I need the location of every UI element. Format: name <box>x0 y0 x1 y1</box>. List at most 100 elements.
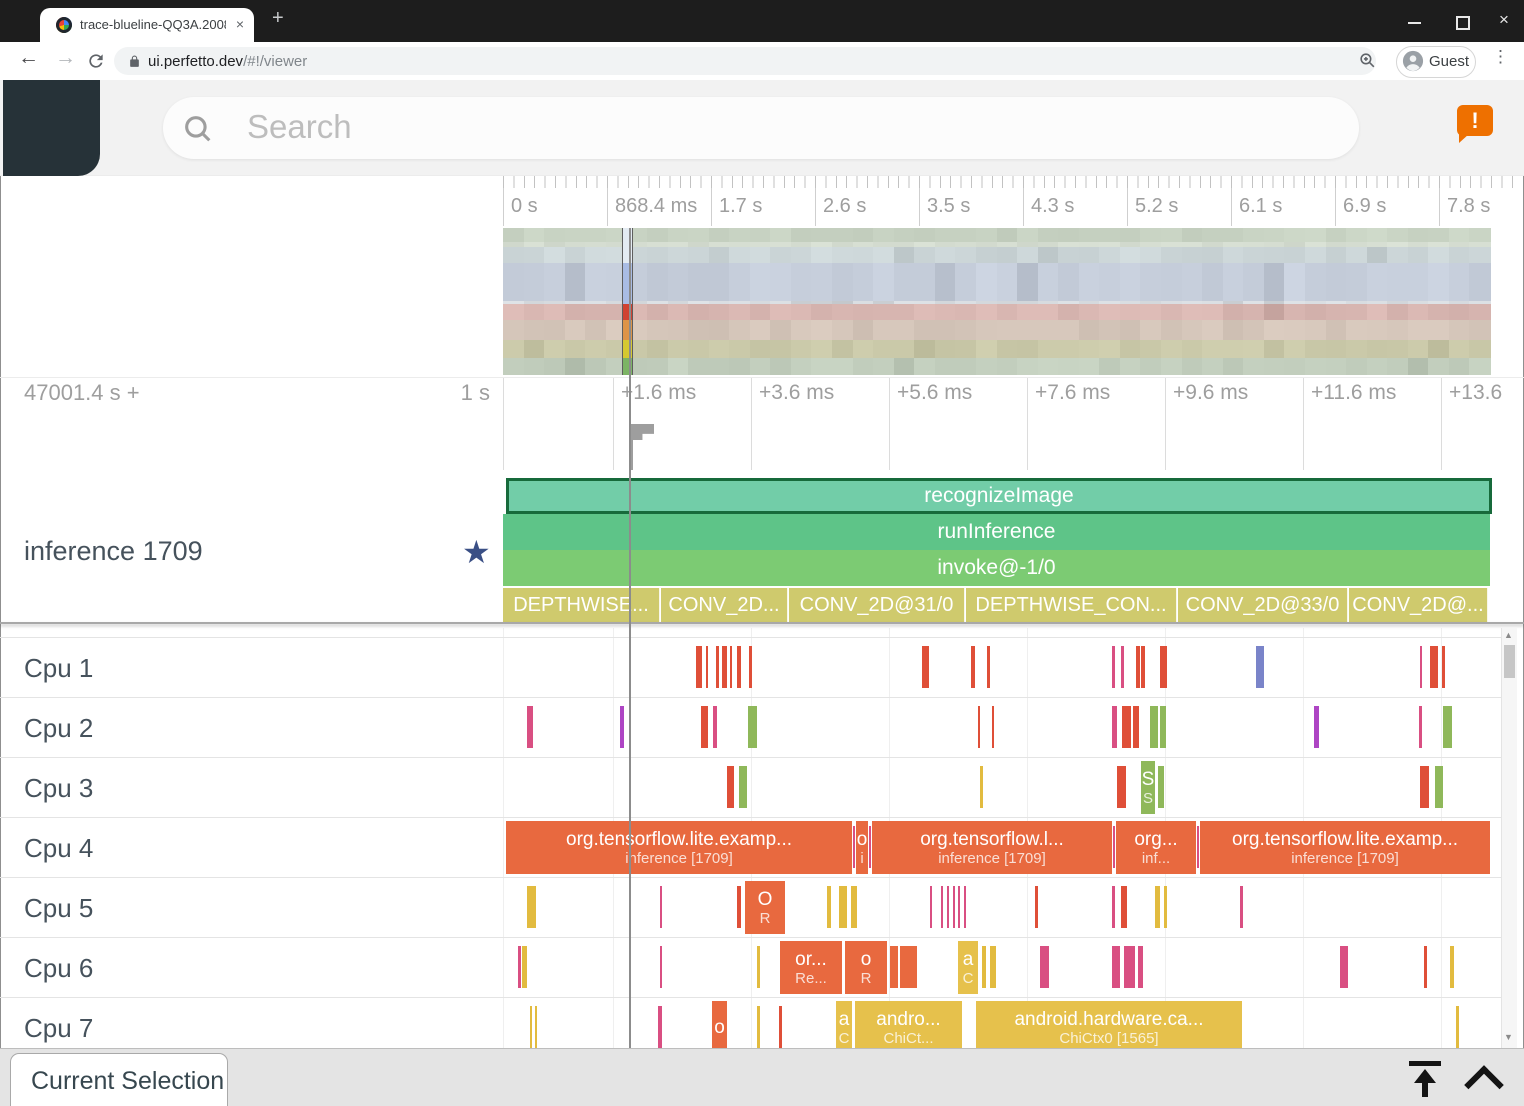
cpu-sched-bar[interactable] <box>658 1006 662 1048</box>
cpu-sched-bar[interactable] <box>1155 886 1160 928</box>
pinned-slice[interactable]: recognizeImage <box>506 478 1492 514</box>
cpu-sched-bar[interactable] <box>706 646 708 688</box>
cpu-sched-bar[interactable] <box>1112 886 1115 928</box>
op-slice[interactable]: CONV_2D@... <box>1349 588 1488 622</box>
cpu-slice[interactable]: oi <box>856 821 868 874</box>
cpu-sched-bar[interactable] <box>727 766 734 808</box>
cpu-slice[interactable]: SS <box>1141 761 1155 814</box>
cpu-sched-bar[interactable] <box>1256 646 1264 688</box>
cpu-sched-bar[interactable] <box>722 646 727 688</box>
cpu-sched-bar[interactable] <box>941 886 943 928</box>
cpu-sched-bar[interactable] <box>1424 946 1427 988</box>
cpu-sched-bar[interactable] <box>1112 646 1115 688</box>
cpu-sched-bar[interactable] <box>779 1006 782 1048</box>
cpu-sched-bar[interactable] <box>518 946 521 988</box>
cpu-sched-bar[interactable] <box>535 1006 537 1048</box>
cpu-sched-bar[interactable] <box>620 706 624 748</box>
cpu-sched-bar[interactable] <box>1240 886 1243 928</box>
cpu-sched-bar[interactable] <box>701 706 708 748</box>
cpu-sched-bar[interactable] <box>730 646 732 688</box>
pinned-slice[interactable]: invoke@-1/0 <box>503 550 1490 586</box>
cpu-sched-bar[interactable] <box>978 706 980 748</box>
scrollbar-down-icon[interactable]: ▼ <box>1504 1032 1513 1042</box>
cpu-sched-bar[interactable] <box>1160 646 1167 688</box>
cpu-sched-bar[interactable] <box>737 886 741 928</box>
cpu-sched-bar[interactable] <box>1419 706 1422 748</box>
cpu-sched-bar[interactable] <box>696 646 702 688</box>
cpu-slice[interactable]: org.tensorflow.lite.examp...inference [1… <box>1200 821 1490 874</box>
op-slice[interactable]: DEPTHWISE... <box>503 588 660 622</box>
cpu-slice[interactable]: aC <box>958 941 978 994</box>
cpu-sched-bar[interactable] <box>660 946 662 988</box>
cpu-sched-bar[interactable] <box>527 706 533 748</box>
cpu-sched-bar[interactable] <box>757 1006 760 1048</box>
cpu-sched-bar[interactable] <box>1113 826 1115 868</box>
op-slice[interactable]: DEPTHWISE_CON... <box>966 588 1177 622</box>
cpu-sched-bar[interactable] <box>739 766 747 808</box>
cpu-sched-bar[interactable] <box>1164 886 1167 928</box>
cpu-sched-bar[interactable] <box>1112 946 1120 988</box>
flag-marker-icon[interactable] <box>631 424 633 470</box>
op-slice[interactable]: CONV_2D@33/0 <box>1178 588 1348 622</box>
cpu-sched-bar[interactable] <box>1040 946 1049 988</box>
cpu-sched-bar[interactable] <box>947 886 949 928</box>
cpu-sched-bar[interactable] <box>853 826 855 868</box>
cpu-sched-bar[interactable] <box>1121 646 1124 688</box>
cpu-sched-bar[interactable] <box>930 886 932 928</box>
align-top-icon[interactable] <box>1409 1061 1441 1066</box>
sidebar-menu-button[interactable] <box>3 80 100 176</box>
cpu-slice[interactable]: oR <box>845 941 887 994</box>
cpu-sched-bar[interactable] <box>1121 886 1127 928</box>
cpu-sched-bar[interactable] <box>1136 646 1140 688</box>
cpu-sched-bar[interactable] <box>748 706 757 748</box>
cpu-sched-bar[interactable] <box>1141 646 1145 688</box>
cpu-sched-bar[interactable] <box>992 706 994 748</box>
cpu-sched-bar[interactable] <box>530 1006 532 1048</box>
cpu-slice[interactable]: aC <box>836 1001 852 1054</box>
cpu-slice[interactable]: org.tensorflow.lite.examp...inference [1… <box>506 821 852 874</box>
scrollbar-up-icon[interactable]: ▲ <box>1504 630 1513 640</box>
cpu-slice[interactable]: or...Re... <box>780 941 842 994</box>
cpu-slice[interactable]: OR <box>745 881 785 934</box>
cpu-sched-bar[interactable] <box>1150 706 1158 748</box>
cpu-sched-bar[interactable] <box>980 766 983 808</box>
cpu-sched-bar[interactable] <box>851 886 857 928</box>
cpu-sched-bar[interactable] <box>1035 886 1038 928</box>
cpu-sched-bar[interactable] <box>1122 706 1131 748</box>
cpu-sched-bar[interactable] <box>900 946 917 988</box>
cpu-sched-bar[interactable] <box>737 646 741 688</box>
current-selection-tab[interactable]: Current Selection <box>10 1053 228 1106</box>
cpu-sched-bar[interactable] <box>749 646 752 688</box>
cpu-sched-bar[interactable] <box>1442 646 1445 688</box>
cpu-sched-bar[interactable] <box>1160 706 1166 748</box>
cpu-sched-bar[interactable] <box>1124 946 1135 988</box>
cpu-sched-bar[interactable] <box>522 946 527 988</box>
cpu-sched-bar[interactable] <box>1450 946 1454 988</box>
cpu-sched-bar[interactable] <box>964 886 966 928</box>
minimap-viewport[interactable] <box>622 228 633 375</box>
cpu-sched-bar[interactable] <box>922 646 929 688</box>
cpu-sched-bar[interactable] <box>958 886 960 928</box>
overview-minimap[interactable] <box>503 228 1490 375</box>
cpu-sched-bar[interactable] <box>1133 706 1139 748</box>
cpu-sched-bar[interactable] <box>890 946 898 988</box>
cpu-sched-bar[interactable] <box>982 946 986 988</box>
cpu-sched-bar[interactable] <box>1443 706 1452 748</box>
cpu-sched-bar[interactable] <box>971 646 975 688</box>
cpu-slice[interactable]: o <box>712 1001 727 1054</box>
cpu-sched-bar[interactable] <box>990 946 996 988</box>
pinned-slice[interactable]: runInference <box>503 514 1490 550</box>
cpu-sched-bar[interactable] <box>1112 706 1117 748</box>
cpu-sched-bar[interactable] <box>869 826 871 868</box>
cpu-sched-bar[interactable] <box>1420 646 1422 688</box>
collapse-panel-icon[interactable] <box>1464 1065 1504 1105</box>
cpu-sched-bar[interactable] <box>1117 766 1126 808</box>
cpu-sched-bar[interactable] <box>757 946 760 988</box>
cpu-sched-bar[interactable] <box>713 706 717 748</box>
op-slice[interactable]: CONV_2D@31/0 <box>789 588 965 622</box>
cpu-sched-bar[interactable] <box>1456 1006 1459 1048</box>
cpu-sched-bar[interactable] <box>1314 706 1319 748</box>
cpu-slice[interactable]: org.tensorflow.l...inference [1709] <box>872 821 1112 874</box>
scrollbar-thumb[interactable] <box>1504 645 1515 678</box>
tracks-scrollbar[interactable]: ▲ ▼ <box>1501 628 1517 1048</box>
